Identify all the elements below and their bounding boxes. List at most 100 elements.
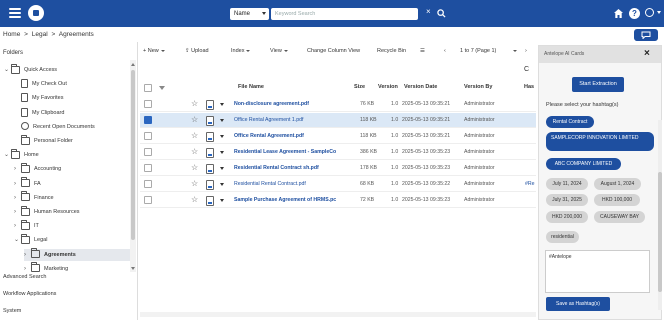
hashtag-chip[interactable]: July 31, 2025 xyxy=(546,194,588,206)
star-icon[interactable]: ☆ xyxy=(191,99,198,109)
star-icon[interactable]: ☆ xyxy=(191,179,198,189)
page-indicator[interactable]: 1 to 7 (Page 1) xyxy=(460,48,496,54)
row-checkbox[interactable] xyxy=(144,148,152,156)
folder-tree-item[interactable]: › FA xyxy=(14,177,130,190)
file-menu-chevron-icon[interactable] xyxy=(220,167,224,170)
hashtag-input[interactable] xyxy=(545,250,650,293)
star-icon[interactable]: ☆ xyxy=(191,131,198,141)
table-row[interactable]: ☆ Sample Purchase Agreement of HRMS.pc 72 … xyxy=(140,193,536,208)
folder-tree-item[interactable]: ⌄ Home xyxy=(4,148,130,161)
file-name-link[interactable]: Non-disclosure agreement.pdf xyxy=(234,97,360,112)
column-header-file-name[interactable]: File Name xyxy=(238,77,264,97)
table-row[interactable]: ☆ Residential Rental Contract.pdf 68 KB 1.0… xyxy=(140,177,536,192)
ai-chat-toggle-button[interactable] xyxy=(634,29,658,41)
chevron-icon[interactable]: › xyxy=(24,249,31,261)
star-icon[interactable]: ☆ xyxy=(191,147,198,157)
workflow-applications-link[interactable]: Workflow Applications xyxy=(3,291,56,297)
scroll-up-icon[interactable] xyxy=(131,63,135,66)
recycle-bin-button[interactable]: Recycle Bin xyxy=(377,48,406,54)
file-name-link[interactable]: Office Rental Agreement 1.pdf xyxy=(234,113,360,128)
folder-tree-item[interactable]: › Agreements xyxy=(24,248,130,261)
folder-tree-item[interactable]: Personal Folder xyxy=(14,134,130,147)
column-header-version-by[interactable]: Version By xyxy=(464,77,492,97)
app-logo[interactable] xyxy=(28,5,44,21)
row-checkbox[interactable] xyxy=(144,132,152,140)
star-icon[interactable]: ☆ xyxy=(191,115,198,125)
chevron-icon[interactable]: ⌄ xyxy=(14,234,21,246)
refresh-icon[interactable]: C xyxy=(524,66,529,73)
hashtag-chip[interactable]: July 11, 2024 xyxy=(546,178,588,190)
prev-page-button[interactable]: ‹ xyxy=(444,48,446,54)
hamburger-menu-button[interactable] xyxy=(9,8,21,18)
save-as-hashtag-button[interactable]: Save as Hashtag(s) xyxy=(546,297,610,311)
row-checkbox[interactable] xyxy=(144,164,152,172)
hashtag-chip[interactable]: CAUSEWAY BAY xyxy=(594,211,645,223)
file-menu-chevron-icon[interactable] xyxy=(220,199,224,202)
hashtag-chip[interactable]: residential xyxy=(546,231,579,243)
folder-tree-item[interactable]: › IT xyxy=(14,219,130,232)
column-header-version[interactable]: Version xyxy=(378,77,398,97)
folder-tree-item[interactable]: › Accounting xyxy=(14,162,130,175)
clear-search-icon[interactable]: × xyxy=(426,7,431,16)
view-button[interactable]: View xyxy=(270,48,288,54)
column-header-version-date[interactable]: Version Date xyxy=(404,77,437,97)
row-checkbox[interactable] xyxy=(144,116,152,124)
change-column-view-button[interactable]: Change Column View xyxy=(307,48,360,54)
start-extraction-button[interactable]: Start Extraction xyxy=(572,77,624,92)
chevron-icon[interactable]: › xyxy=(14,178,21,190)
hashtag-chip[interactable]: SAMPLECORP INNOVATION LIMITED xyxy=(546,132,654,151)
table-horizontal-scrollbar[interactable] xyxy=(140,312,536,317)
folder-tree-item[interactable]: Recent Open Documents xyxy=(14,121,130,133)
table-row[interactable]: ☆ Residential Rental Contract sh.pdf 178 K… xyxy=(140,161,536,176)
close-icon[interactable]: × xyxy=(644,48,650,59)
chevron-icon[interactable]: › xyxy=(14,220,21,232)
folder-tree-item[interactable]: ⌄ Quick Access xyxy=(4,64,130,76)
home-icon[interactable] xyxy=(613,8,624,19)
system-link[interactable]: System xyxy=(3,308,21,314)
file-name-link[interactable]: Sample Purchase Agreement of HRMS.pc xyxy=(234,193,360,208)
folder-tree-item[interactable]: ⌄ Legal xyxy=(14,233,130,246)
table-row[interactable]: ☆ Office Rental Agreement 1.pdf 118 KB 1.0 2… xyxy=(140,113,536,128)
search-icon[interactable] xyxy=(437,7,447,19)
hashtag-chip[interactable]: HKD 200,000 xyxy=(546,211,588,223)
folder-tree-item[interactable]: › Human Resources xyxy=(14,205,130,218)
chevron-icon[interactable]: › xyxy=(14,192,21,204)
breadcrumb-agreements[interactable]: Agreements xyxy=(59,31,94,38)
user-menu-button[interactable] xyxy=(645,8,661,19)
scrollbar-thumb[interactable] xyxy=(131,70,135,240)
file-menu-chevron-icon[interactable] xyxy=(220,151,224,154)
folder-tree-item[interactable]: › Marketing xyxy=(24,262,130,272)
folder-tree-item[interactable]: › Finance xyxy=(14,191,130,204)
column-header-has[interactable]: Has xyxy=(524,77,534,97)
file-name-link[interactable]: Residential Rental Contract.pdf xyxy=(234,177,360,192)
ai-panel-scrollbar[interactable] xyxy=(658,120,662,310)
file-menu-chevron-icon[interactable] xyxy=(220,103,224,106)
column-header-size[interactable]: Size xyxy=(354,77,365,97)
folder-tree-item[interactable]: My Favorites xyxy=(14,92,130,104)
chevron-icon[interactable]: ⌄ xyxy=(4,64,11,76)
table-row[interactable]: ☆ Residential Lease Agreement - SampleCo 3… xyxy=(140,145,536,160)
list-view-icon[interactable]: ☰ xyxy=(420,48,425,54)
file-menu-chevron-icon[interactable] xyxy=(220,183,224,186)
search-input[interactable] xyxy=(271,8,418,20)
select-all-checkbox[interactable] xyxy=(144,84,152,92)
file-menu-chevron-icon[interactable] xyxy=(220,135,224,138)
hashtag-chip[interactable]: HKD 100,000 xyxy=(594,194,640,206)
filter-icon[interactable] xyxy=(159,86,165,90)
chevron-icon[interactable]: ⌄ xyxy=(4,149,11,161)
chevron-icon[interactable]: › xyxy=(14,206,21,218)
hashtag-chip[interactable]: Rental Contract xyxy=(546,116,594,128)
folder-tree-item[interactable]: My Clipboard xyxy=(14,107,130,119)
table-row[interactable]: ☆ Non-disclosure agreement.pdf 76 KB 1.0 202… xyxy=(140,97,536,112)
file-name-link[interactable]: Office Rental Agreement.pdf xyxy=(234,129,360,144)
file-name-link[interactable]: Residential Lease Agreement - SampleCo xyxy=(234,145,360,160)
chevron-icon[interactable]: › xyxy=(14,163,21,175)
upload-button[interactable]: ⇪ Upload xyxy=(185,48,209,54)
breadcrumb-legal[interactable]: Legal xyxy=(32,31,48,38)
star-icon[interactable]: ☆ xyxy=(191,195,198,205)
search-scope-select[interactable]: Name xyxy=(230,8,269,20)
folder-tree-item[interactable]: My Check Out xyxy=(14,78,130,90)
star-icon[interactable]: ☆ xyxy=(191,163,198,173)
folder-tree-scrollbar[interactable] xyxy=(130,60,136,272)
file-name-link[interactable]: Residential Rental Contract sh.pdf xyxy=(234,161,360,176)
